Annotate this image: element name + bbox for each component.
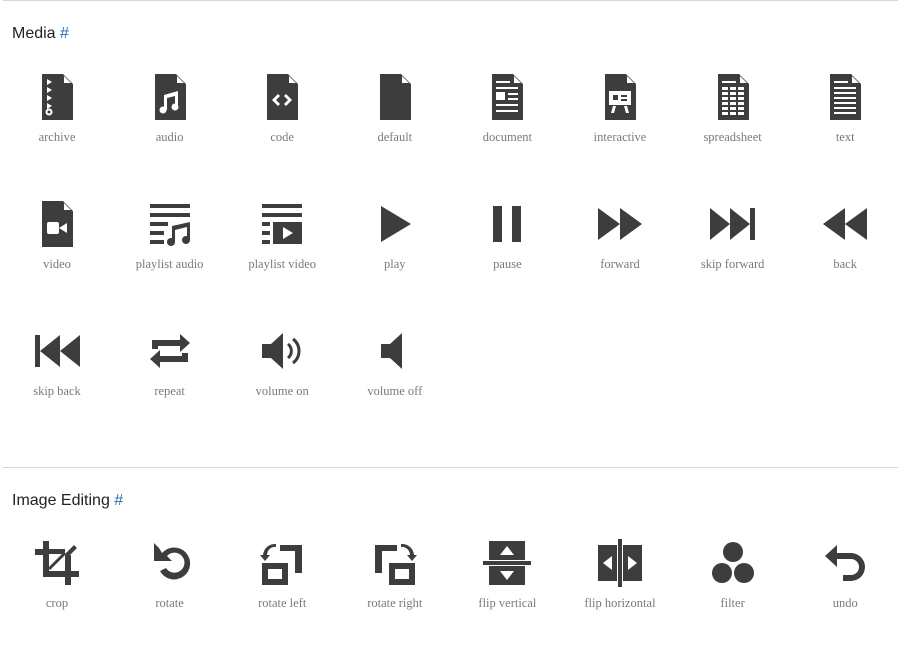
- file-archive-icon: [41, 74, 73, 120]
- volume-on-icon: [262, 333, 301, 369]
- file-interactive-icon: [604, 74, 636, 120]
- skip-back-icon: [34, 335, 80, 367]
- icon-label: play: [384, 257, 406, 271]
- icon-tile: video: [1, 200, 114, 272]
- icon-tile: volume on: [226, 327, 339, 399]
- icon-tile: forward: [564, 200, 677, 272]
- icon-tile: skip back: [1, 327, 114, 399]
- icon-label: default: [377, 130, 413, 144]
- icon-tile: pause: [451, 200, 564, 272]
- top-divider: [3, 0, 898, 1]
- file-spreadsheet-icon: [717, 74, 749, 120]
- icon-label: back: [833, 257, 857, 271]
- icon-label: playlist video: [248, 257, 317, 271]
- icon-tile: spreadsheet: [676, 73, 789, 145]
- heading-text: Image Editing: [12, 492, 110, 509]
- forward-icon: [597, 208, 642, 240]
- icon-label: rotate: [155, 596, 184, 610]
- icon-tile: play: [339, 200, 452, 272]
- icon-tile: filter: [676, 539, 789, 611]
- icon-tile: rotate left: [226, 539, 339, 611]
- rotate-right-icon: [374, 543, 417, 585]
- filter-icon: [711, 542, 754, 583]
- icon-tile: audio: [113, 73, 226, 145]
- playlist-audio-icon: [149, 204, 190, 246]
- icon-label: code: [270, 130, 294, 144]
- pause-icon: [493, 206, 522, 242]
- icon-label: document: [482, 130, 533, 144]
- icon-tile: default: [339, 73, 452, 145]
- icon-label: volume off: [367, 384, 423, 398]
- repeat-icon: [149, 334, 190, 368]
- icon-tile: volume off: [339, 327, 452, 399]
- icon-tile: archive: [1, 73, 114, 145]
- volume-off-icon: [380, 333, 402, 369]
- icon-tile: undo: [789, 539, 898, 611]
- icon-label: skip back: [33, 384, 81, 398]
- icon-label: filter: [720, 596, 745, 610]
- icon-label: text: [835, 130, 855, 144]
- icon-tile: playlist audio: [113, 200, 226, 272]
- file-audio-icon: [154, 74, 186, 120]
- playlist-video-icon: [262, 204, 303, 244]
- icon-label: video: [43, 257, 71, 271]
- section-heading-media: Media #: [12, 25, 69, 43]
- icon-tile: text: [789, 73, 898, 145]
- heading-text: Media: [12, 25, 56, 42]
- icon-label: crop: [45, 596, 69, 610]
- file-document-icon: [492, 74, 524, 120]
- skip-forward-icon: [709, 208, 755, 240]
- flip-horizontal-icon: [597, 539, 642, 587]
- icon-tile: interactive: [564, 73, 677, 145]
- icon-tile: rotate right: [339, 539, 452, 611]
- rotate-icon: [153, 543, 190, 580]
- section-divider: [3, 467, 898, 468]
- icon-label: archive: [38, 130, 76, 144]
- anchor-link[interactable]: #: [60, 25, 69, 42]
- file-text-icon: [830, 74, 862, 120]
- icon-label: interactive: [593, 130, 647, 144]
- icon-tile: crop: [1, 539, 114, 611]
- section-heading-image-editing: Image Editing #: [12, 492, 123, 510]
- icon-label: undo: [832, 596, 858, 610]
- icon-label: flip vertical: [478, 596, 537, 610]
- crop-icon: [34, 541, 79, 585]
- icon-tile: flip horizontal: [564, 539, 677, 611]
- icon-tile: back: [789, 200, 898, 272]
- icon-tile: playlist video: [226, 200, 339, 272]
- icon-label: audio: [155, 130, 184, 144]
- icon-tile: skip forward: [676, 200, 789, 272]
- icon-label: flip horizontal: [584, 596, 656, 610]
- file-code-icon: [267, 74, 299, 120]
- icon-label: playlist audio: [135, 257, 204, 271]
- icon-label: volume on: [255, 384, 309, 398]
- icon-label: forward: [600, 257, 640, 271]
- file-video-icon: [41, 201, 73, 247]
- icon-label: pause: [493, 257, 522, 271]
- icon-tile: document: [451, 73, 564, 145]
- icon-tile: rotate: [113, 539, 226, 611]
- file-default-icon: [379, 74, 411, 120]
- icon-tile: code: [226, 73, 339, 145]
- anchor-link[interactable]: #: [114, 492, 123, 509]
- rotate-left-icon: [260, 543, 303, 585]
- icon-label: rotate right: [367, 596, 423, 610]
- icon-label: spreadsheet: [703, 130, 762, 144]
- icon-tile: repeat: [113, 327, 226, 399]
- flip-vertical-icon: [483, 541, 532, 585]
- back-icon: [823, 208, 868, 240]
- icon-label: repeat: [154, 384, 185, 398]
- icon-tile: flip vertical: [451, 539, 564, 611]
- play-icon: [380, 206, 411, 242]
- undo-icon: [825, 545, 866, 581]
- icon-label: rotate left: [258, 596, 307, 610]
- icon-label: skip forward: [700, 257, 765, 271]
